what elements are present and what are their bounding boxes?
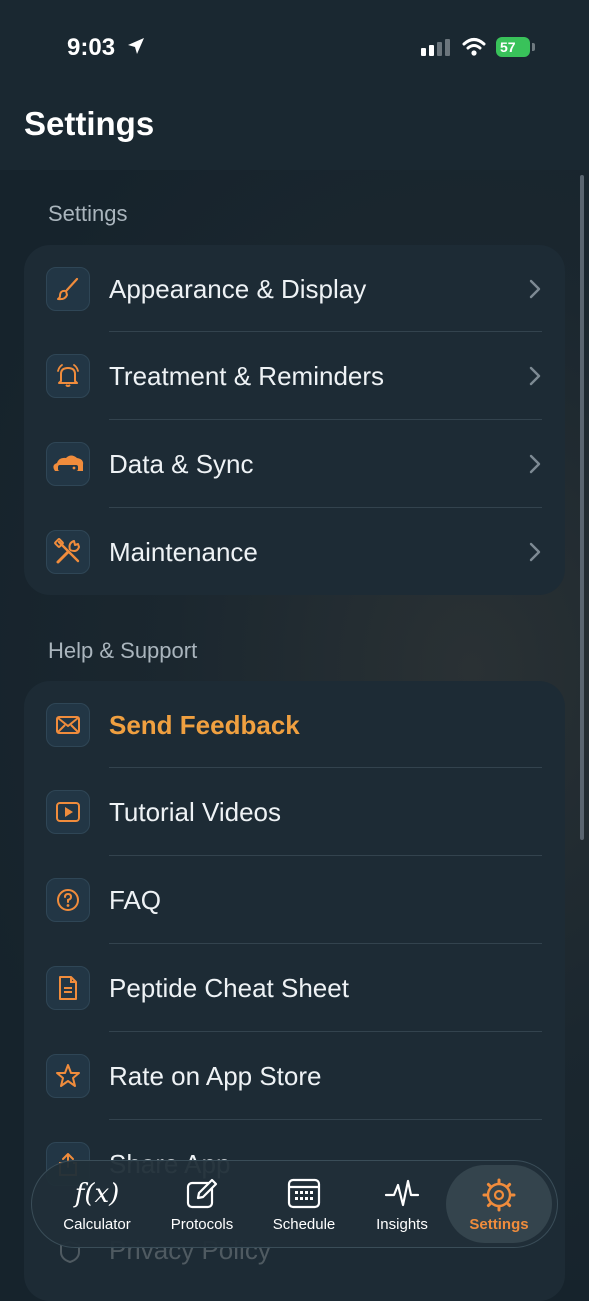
calendar-icon [254,1177,354,1213]
tab-label: Settings [469,1216,529,1233]
location-arrow-icon [128,38,144,54]
cellular-signal-icon [421,39,450,56]
edit-icon [152,1177,252,1213]
row-label: FAQ [109,885,162,915]
tab-label: Insights [376,1216,428,1233]
row-maintenance[interactable]: Maintenance [24,508,565,596]
battery-indicator: 57 [496,37,530,57]
tab-protocols[interactable]: Protocols [152,1161,252,1247]
row-label: Tutorial Videos [109,797,281,827]
scrollbar[interactable] [580,175,584,840]
star-icon [46,1054,90,1098]
row-tutorial-videos[interactable]: Tutorial Videos [24,768,565,856]
tab-calculator[interactable]: f(x) Calculator [47,1161,147,1247]
section-header-settings: Settings [48,201,128,226]
wifi-icon [462,38,486,56]
chevron-right-icon [529,366,541,386]
row-appearance-display[interactable]: Appearance & Display [24,245,565,333]
function-icon-text: f(x) [74,1179,120,1209]
row-label: Data & Sync [109,449,254,479]
gear-icon [446,1177,552,1213]
tab-label: Calculator [63,1216,131,1233]
play-icon [46,790,90,834]
tab-schedule[interactable]: Schedule [254,1161,354,1247]
chevron-right-icon [529,279,541,299]
page-title: Settings [24,105,155,142]
battery-level: 57 [500,39,516,55]
row-treatment-reminders[interactable]: Treatment & Reminders [24,332,565,420]
row-rate-app-store[interactable]: Rate on App Store [24,1032,565,1120]
tab-bar: f(x) Calculator Protocols Schedule Insig… [31,1160,558,1248]
row-send-feedback[interactable]: Send Feedback [24,681,565,769]
row-label: Peptide Cheat Sheet [109,973,349,1003]
status-time: 9:03 [67,34,116,61]
row-label: Maintenance [109,537,258,567]
row-label: Send Feedback [109,710,300,740]
question-icon [46,878,90,922]
row-faq[interactable]: FAQ [24,856,565,944]
paintbrush-icon [46,267,90,311]
tab-settings[interactable]: Settings [446,1165,552,1243]
chevron-right-icon [529,542,541,562]
tab-label: Schedule [272,1216,336,1233]
pulse-icon [352,1177,452,1213]
chevron-right-icon [529,454,541,474]
battery-cap [532,43,535,51]
section-header-help-support: Help & Support [48,638,198,663]
tools-icon [46,530,90,574]
settings-card: Appearance & Display Treatment & Reminde… [24,245,565,595]
envelope-icon [46,703,90,747]
tab-insights[interactable]: Insights [352,1161,452,1247]
row-label: Appearance & Display [109,274,367,304]
row-label: Treatment & Reminders [109,361,385,391]
drive-icon [46,442,90,486]
row-label: Rate on App Store [109,1061,322,1091]
row-data-sync[interactable]: Data & Sync [24,420,565,508]
tab-label: Protocols [170,1216,234,1233]
function-icon: f(x) [47,1177,147,1213]
document-icon [46,966,90,1010]
bell-icon [46,354,90,398]
row-peptide-cheat-sheet[interactable]: Peptide Cheat Sheet [24,944,565,1032]
